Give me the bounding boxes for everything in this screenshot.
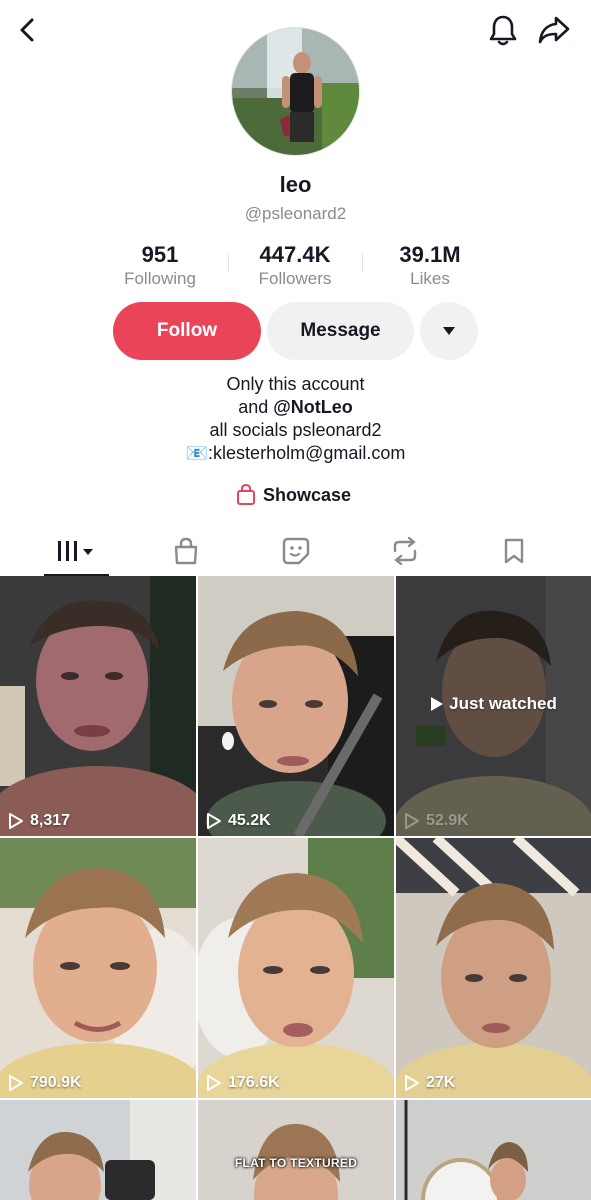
suggested-accounts-button[interactable] <box>420 302 478 360</box>
profile-tabs <box>0 525 591 576</box>
tab-stickers[interactable] <box>241 525 351 576</box>
video-thumbnail[interactable]: 8,317 <box>0 576 196 836</box>
profile-bio: Only this account and @NotLeo all social… <box>0 373 591 465</box>
play-outline-icon <box>9 813 23 829</box>
followers-count: 447.4K <box>259 242 331 267</box>
bio-line: all socials psleonard2 <box>209 420 382 440</box>
tab-reposts[interactable] <box>350 525 460 576</box>
likes-label: Likes <box>410 269 450 288</box>
share-arrow-icon <box>538 16 570 44</box>
following-count: 951 <box>141 242 179 267</box>
shopping-bag-icon <box>237 484 255 505</box>
stat-likes[interactable]: 39.1M Likes <box>365 242 495 289</box>
stat-following[interactable]: 951 Following <box>95 242 225 289</box>
video-thumbnail[interactable] <box>396 1100 591 1200</box>
view-count-text: 8,317 <box>30 812 71 829</box>
bell-icon <box>489 15 517 46</box>
video-thumbnail[interactable]: 45.2K <box>198 576 394 836</box>
followers-label: Followers <box>258 269 332 288</box>
view-count-text: 790.9K <box>30 1074 82 1091</box>
view-count-text: 45.2K <box>228 812 271 829</box>
showcase-link[interactable]: Showcase <box>236 482 351 508</box>
mention-link[interactable]: @NotLeo <box>273 397 353 417</box>
view-count: 27K <box>404 1074 455 1092</box>
likes-count: 39.1M <box>399 242 461 267</box>
video-thumbnail[interactable]: 790.9K <box>0 838 196 1098</box>
share-button[interactable] <box>535 11 573 49</box>
profile-avatar[interactable] <box>231 27 360 156</box>
chevron-left-icon <box>20 18 34 42</box>
view-count: 176.6K <box>206 1074 280 1092</box>
tab-shop[interactable] <box>131 525 241 576</box>
following-label: Following <box>124 269 196 288</box>
shop-bag-icon <box>174 537 198 564</box>
bio-line: Only this account <box>226 374 365 394</box>
notification-bell-button[interactable] <box>484 11 522 49</box>
video-thumbnail[interactable]: 27K <box>396 838 591 1098</box>
video-caption: FLAT TO TEXTURED <box>234 1156 358 1170</box>
play-filled-icon <box>431 697 444 711</box>
video-grid: 8,317 45.2K Just watched 52.9K 790.9K 17… <box>0 576 591 1200</box>
tab-videos[interactable] <box>22 525 132 576</box>
view-count: 45.2K <box>206 812 271 830</box>
stat-followers[interactable]: 447.4K Followers <box>230 242 360 289</box>
video-thumbnail[interactable]: 176.6K <box>198 838 394 1098</box>
bio-line: 📧:klesterholm@gmail.com <box>0 442 591 465</box>
play-outline-icon <box>405 813 419 829</box>
view-count-text: 176.6K <box>228 1074 280 1091</box>
tab-saved[interactable] <box>459 525 569 576</box>
stat-divider <box>362 254 363 272</box>
back-button[interactable] <box>10 12 46 48</box>
videos-grid-icon <box>58 540 93 561</box>
bio-text: and <box>238 397 274 417</box>
showcase-label: Showcase <box>263 484 352 505</box>
play-outline-icon <box>405 1075 419 1091</box>
bookmark-icon <box>504 538 524 563</box>
play-outline-icon <box>207 1075 221 1091</box>
just-watched-label: Just watched <box>396 694 591 714</box>
email-text: :klesterholm@gmail.com <box>208 443 406 463</box>
sticker-icon <box>282 537 310 564</box>
view-count: 52.9K <box>404 812 469 830</box>
video-thumbnail[interactable] <box>0 1100 196 1200</box>
view-count-text: 52.9K <box>426 812 469 829</box>
username-handle: @psleonard2 <box>244 204 347 223</box>
video-thumbnail[interactable]: FLAT TO TEXTURED <box>198 1100 394 1200</box>
play-outline-icon <box>9 1075 23 1091</box>
view-count: 790.9K <box>8 1074 82 1092</box>
repost-icon <box>393 536 417 565</box>
play-outline-icon <box>207 813 221 829</box>
display-name: leo <box>279 172 312 197</box>
video-thumbnail[interactable]: Just watched 52.9K <box>396 576 591 836</box>
stat-divider <box>228 254 229 272</box>
follow-button[interactable]: Follow <box>113 302 261 360</box>
profile-stats: 951 Following 447.4K Followers 39.1M Lik… <box>95 242 495 292</box>
view-count: 8,317 <box>8 812 70 830</box>
bio-line: and @NotLeo <box>0 396 591 419</box>
message-button[interactable]: Message <box>267 302 414 360</box>
envelope-icon: 📧 <box>185 443 209 463</box>
caret-down-icon <box>443 327 455 335</box>
view-count-text: 27K <box>426 1074 456 1091</box>
just-watched-text: Just watched <box>449 694 557 713</box>
